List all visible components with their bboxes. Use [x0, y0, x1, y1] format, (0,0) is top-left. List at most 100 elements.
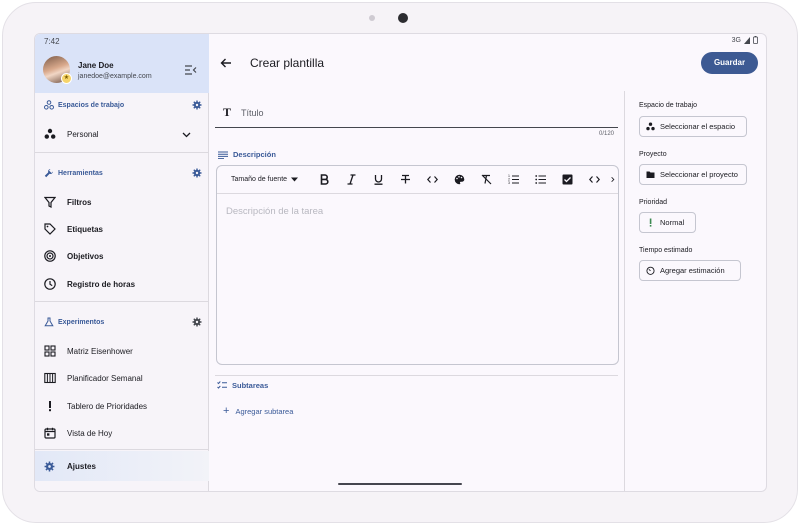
folder-icon	[646, 171, 655, 178]
sidebar-item-label: Tablero de Prioridades	[67, 401, 148, 411]
bold-icon	[320, 174, 329, 185]
sidebar-divider	[35, 449, 209, 450]
tools-settings-gear-icon[interactable]	[192, 168, 202, 178]
user-name: Jane Doe	[78, 61, 114, 70]
timer-icon	[646, 266, 655, 275]
clear-format-button[interactable]	[473, 170, 500, 190]
sidebar-item-label: Objetivos	[67, 251, 104, 261]
sidebar-item-etiquetas[interactable]: Etiquetas	[35, 216, 209, 242]
workspaces-icon	[44, 100, 54, 110]
gesture-home-bar[interactable]	[338, 483, 462, 485]
tools-title: Herramientas	[58, 169, 103, 177]
project-select-chip[interactable]: Seleccionar el proyecto	[639, 164, 747, 185]
sidebar-item-label: Planificador Semanal	[67, 373, 143, 383]
title-input[interactable]	[241, 107, 602, 118]
toolbar-more-button[interactable]	[608, 170, 618, 190]
clock-icon	[44, 278, 56, 290]
italic-icon	[347, 174, 356, 185]
underline-button[interactable]	[365, 170, 392, 190]
sidebar-item-filtros[interactable]: Filtros	[35, 189, 209, 215]
checklist-icon	[217, 381, 227, 389]
week-view-icon	[44, 372, 56, 384]
priority-select-chip[interactable]: Normal	[639, 212, 696, 233]
app-screen: 7:42 ★ Jane Doe janedoe@example.com Espa…	[34, 33, 767, 492]
subtasks-label-text: Subtareas	[232, 381, 269, 390]
back-arrow-icon[interactable]	[220, 57, 232, 69]
estimate-chip[interactable]: Agregar estimación	[639, 260, 741, 281]
description-placeholder: Descripción de la tarea	[226, 206, 324, 217]
network-status: 3G	[732, 36, 758, 44]
editor-toolbar: Tamaño de fuente 1 2 3	[217, 166, 618, 194]
sidebar-item-planificador-semanal[interactable]: Planificador Semanal	[35, 365, 209, 391]
workspace-current: Personal	[67, 129, 99, 139]
numbered-list-button[interactable]: 123	[500, 170, 527, 190]
sidebar-item-matriz-eisenhower[interactable]: Matriz Eisenhower	[35, 338, 209, 364]
sidebar-divider	[35, 301, 209, 302]
sidebar-item-tablero-de-prioridades[interactable]: Tablero de Prioridades	[35, 393, 209, 419]
underline-icon	[374, 175, 383, 185]
code-block-button[interactable]	[581, 170, 608, 190]
inline-code-button[interactable]	[419, 170, 446, 190]
checklist-button[interactable]	[554, 170, 581, 190]
workspaces-section-header: Espacios de trabajo	[44, 98, 202, 112]
settings-label: Ajustes	[67, 461, 96, 471]
wrench-icon	[44, 169, 53, 178]
bullet-list-button[interactable]	[527, 170, 554, 190]
priority-exclamation-icon	[649, 218, 652, 227]
battery-icon	[753, 36, 758, 44]
workspace-select-chip[interactable]: Seleccionar el espacio	[639, 116, 747, 137]
workspaces-settings-gear-icon[interactable]	[192, 100, 202, 110]
priority-select-value: Normal	[660, 218, 685, 227]
subtasks-divider	[215, 375, 618, 376]
strikethrough-button[interactable]	[392, 170, 419, 190]
page-title: Crear plantilla	[250, 56, 325, 70]
grid-icon	[44, 345, 56, 357]
workspace-select-value: Seleccionar el espacio	[660, 122, 736, 131]
network-label: 3G	[731, 36, 741, 44]
code-block-icon	[589, 176, 600, 183]
workspace-selector[interactable]: Personal	[35, 121, 209, 147]
bold-button[interactable]	[311, 170, 338, 190]
exclamation-icon	[49, 401, 51, 412]
text-color-button[interactable]	[446, 170, 473, 190]
sidebar-item-registro-de-horas[interactable]: Registro de horas	[35, 271, 209, 297]
title-field[interactable]: T	[215, 98, 618, 128]
sidebar-item-label: Vista de Hoy	[67, 428, 113, 438]
dropdown-arrow-icon	[291, 177, 299, 182]
project-select-value: Seleccionar el proyecto	[660, 170, 738, 179]
tag-icon	[44, 223, 56, 235]
description-label-text: Descripción	[233, 150, 276, 159]
palette-icon	[454, 174, 465, 185]
clear-format-icon	[481, 174, 492, 185]
workspace-prop-label: Espacio de trabajo	[639, 102, 697, 109]
plus-icon: +	[223, 405, 230, 417]
estimate-prop-label: Tiempo estimado	[639, 247, 693, 254]
font-size-dropdown[interactable]: Tamaño de fuente	[231, 176, 311, 183]
description-label: Descripción	[218, 150, 276, 159]
sensor-dot	[369, 15, 375, 21]
main-content: 3G Crear plantilla Guardar T 0/120 Descr…	[210, 34, 766, 491]
sidebar-item-vista-de-hoy[interactable]: Vista de Hoy	[35, 420, 209, 446]
checkbox-icon	[562, 174, 573, 185]
signal-icon	[744, 36, 750, 44]
gear-icon	[44, 461, 55, 471]
workspaces-title: Espacios de trabajo	[58, 101, 125, 109]
sidebar-item-objetivos[interactable]: Objetivos	[35, 243, 209, 269]
sidebar-divider	[35, 152, 209, 153]
add-subtask-button[interactable]: + Agregar subtarea	[223, 405, 293, 417]
chevron-right-icon	[611, 177, 615, 182]
workspace-dots-icon	[646, 122, 655, 131]
target-icon	[44, 250, 56, 262]
description-editor[interactable]: Tamaño de fuente 1 2 3 Descripción de la…	[216, 165, 619, 365]
experiments-title: Experimentos	[58, 318, 105, 326]
save-button[interactable]: Guardar	[701, 52, 758, 74]
profile-header[interactable]: 7:42 ★ Jane Doe janedoe@example.com	[35, 34, 209, 93]
subtasks-label: Subtareas	[217, 381, 268, 390]
italic-button[interactable]	[338, 170, 365, 190]
collapse-menu-icon[interactable]	[185, 65, 197, 75]
calendar-icon	[44, 427, 56, 439]
status-time: 7:42	[44, 37, 60, 46]
sidebar-item-ajustes[interactable]: Ajustes	[35, 451, 209, 481]
experiments-settings-gear-icon[interactable]	[192, 317, 202, 327]
sidebar-item-label: Etiquetas	[67, 224, 104, 234]
